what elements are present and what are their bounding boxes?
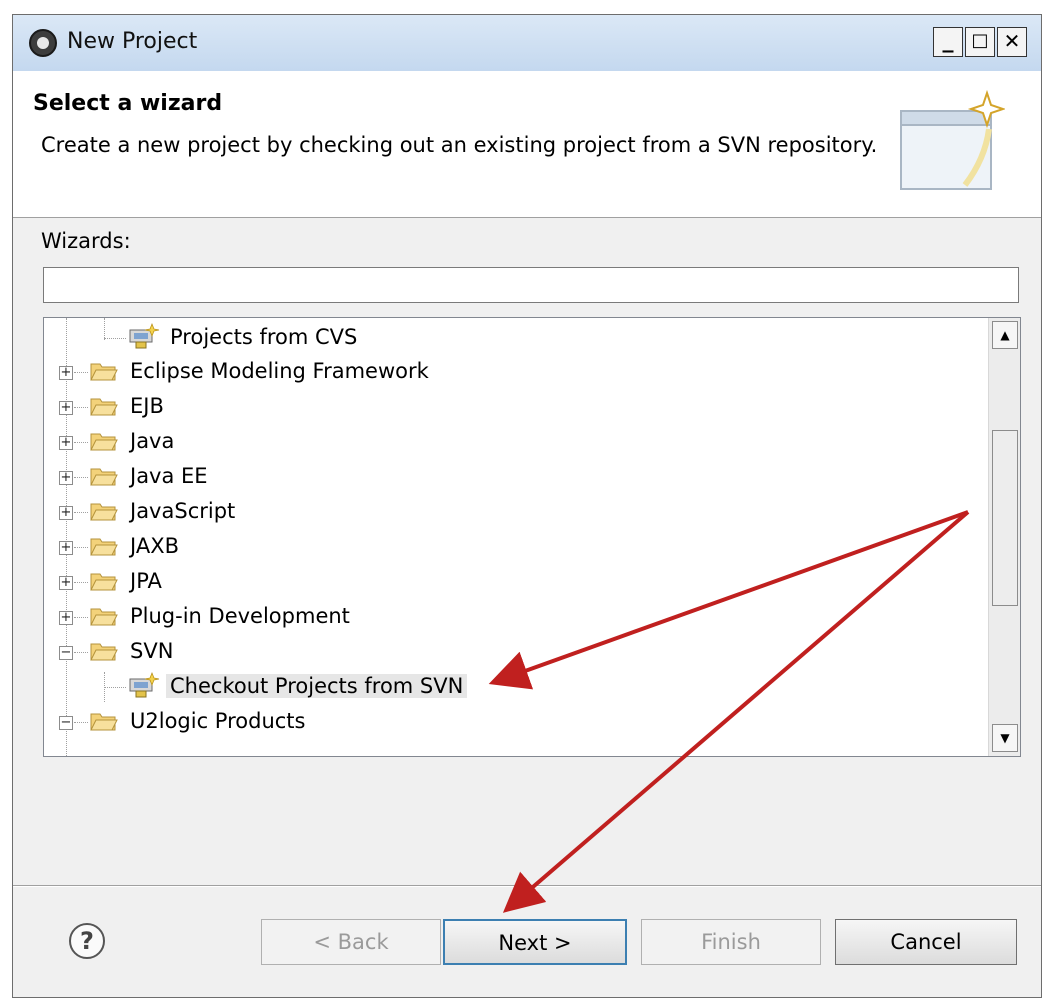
folder-icon <box>90 363 118 381</box>
expand-plus-icon[interactable]: + <box>59 541 73 555</box>
scroll-down-arrow-icon[interactable]: ▼ <box>992 724 1018 752</box>
expand-plus-icon[interactable]: + <box>59 436 73 450</box>
wizard-tree[interactable]: Projects from CVS + Eclipse Modeling Fra… <box>43 317 1021 757</box>
folder-icon <box>90 433 118 451</box>
tree-connector-line <box>74 442 88 443</box>
tree-item-label: EJB <box>130 394 164 418</box>
svn-repository-icon <box>129 672 160 698</box>
tree-connector-line <box>74 407 88 408</box>
new-wizard-banner-icon <box>900 89 1005 190</box>
page-description: Create a new project by checking out an … <box>41 133 878 157</box>
tree-item-java[interactable]: + Java <box>44 424 980 458</box>
button-bar-separator <box>13 885 1041 887</box>
tree-connector-line <box>74 652 88 653</box>
tree-item-javascript[interactable]: + JavaScript <box>44 494 980 528</box>
tree-item-jaxb[interactable]: + JAXB <box>44 529 980 563</box>
tree-connector-line <box>74 617 88 618</box>
tree-item-java-ee[interactable]: + Java EE <box>44 459 980 493</box>
title-bar: New Project _ □ ✕ <box>13 15 1041 72</box>
tree-item-label: JAXB <box>130 534 179 558</box>
tree-item-label: Projects from CVS <box>170 325 358 349</box>
tree-item-label: Java EE <box>130 464 208 488</box>
minimize-button[interactable]: _ <box>933 27 963 57</box>
tree-connector-line <box>74 582 88 583</box>
expand-plus-icon[interactable]: + <box>59 471 73 485</box>
expand-plus-icon[interactable]: + <box>59 401 73 415</box>
folder-icon <box>90 503 118 521</box>
tree-connector-line <box>104 687 126 688</box>
tree-item-plug-in-development[interactable]: + Plug-in Development <box>44 599 980 633</box>
tree-item-label: U2logic Products <box>130 709 306 733</box>
tree-connector-line <box>74 547 88 548</box>
eclipse-app-icon <box>29 29 57 57</box>
tree-item-u2logic-products[interactable]: − U2logic Products <box>44 704 980 738</box>
collapse-minus-icon[interactable]: − <box>59 716 73 730</box>
tree-item-projects-from-cvs[interactable]: Projects from CVS <box>44 320 980 354</box>
close-button[interactable]: ✕ <box>997 27 1027 57</box>
expand-plus-icon[interactable]: + <box>59 611 73 625</box>
tree-item-jpa[interactable]: + JPA <box>44 564 980 598</box>
cancel-button[interactable]: Cancel <box>835 919 1017 965</box>
tree-connector-line <box>104 338 126 339</box>
help-icon[interactable]: ? <box>69 923 105 959</box>
folder-open-icon <box>90 713 118 731</box>
collapse-minus-icon[interactable]: − <box>59 646 73 660</box>
next-button[interactable]: Next > <box>443 919 627 965</box>
tree-item-label: SVN <box>130 639 174 663</box>
folder-icon <box>90 538 118 556</box>
tree-vertical-scrollbar[interactable]: ▲ ▼ <box>988 318 1020 756</box>
tree-item-ejb[interactable]: + EJB <box>44 389 980 423</box>
tree-item-checkout-projects-from-svn[interactable]: Checkout Projects from SVN <box>44 669 980 703</box>
tree-connector-line <box>74 722 88 723</box>
tree-item-eclipse-modeling-framework[interactable]: + Eclipse Modeling Framework <box>44 354 980 388</box>
back-button[interactable]: < Back <box>261 919 441 965</box>
scroll-up-arrow-icon[interactable]: ▲ <box>992 321 1018 349</box>
tree-connector-line <box>74 372 88 373</box>
tree-item-svn[interactable]: − SVN <box>44 634 980 668</box>
expand-plus-icon[interactable]: + <box>59 366 73 380</box>
expand-plus-icon[interactable]: + <box>59 506 73 520</box>
wizard-filter-input[interactable] <box>43 267 1019 303</box>
expand-plus-icon[interactable]: + <box>59 576 73 590</box>
wizard-header: Select a wizard Create a new project by … <box>13 71 1041 218</box>
tree-connector-line <box>74 512 88 513</box>
folder-open-icon <box>90 643 118 661</box>
folder-icon <box>90 468 118 486</box>
tree-item-label: JPA <box>130 569 162 593</box>
tree-item-label: Checkout Projects from SVN <box>166 674 468 698</box>
wizards-label: Wizards: <box>41 229 131 253</box>
finish-button[interactable]: Finish <box>641 919 821 965</box>
window-title: New Project <box>67 29 198 54</box>
tree-item-label: Java <box>130 429 175 453</box>
folder-icon <box>90 573 118 591</box>
tree-connector-line <box>74 477 88 478</box>
tree-item-label: JavaScript <box>130 499 236 523</box>
page-title: Select a wizard <box>33 91 223 116</box>
folder-icon <box>90 398 118 416</box>
cvs-repository-icon <box>129 323 160 349</box>
new-project-dialog: New Project _ □ ✕ Select a wizard Create… <box>12 14 1042 998</box>
maximize-button[interactable]: □ <box>965 27 995 57</box>
scrollbar-thumb[interactable] <box>992 430 1018 606</box>
tree-item-label: Eclipse Modeling Framework <box>130 359 429 383</box>
tree-item-label: Plug-in Development <box>130 604 350 628</box>
folder-icon <box>90 608 118 626</box>
